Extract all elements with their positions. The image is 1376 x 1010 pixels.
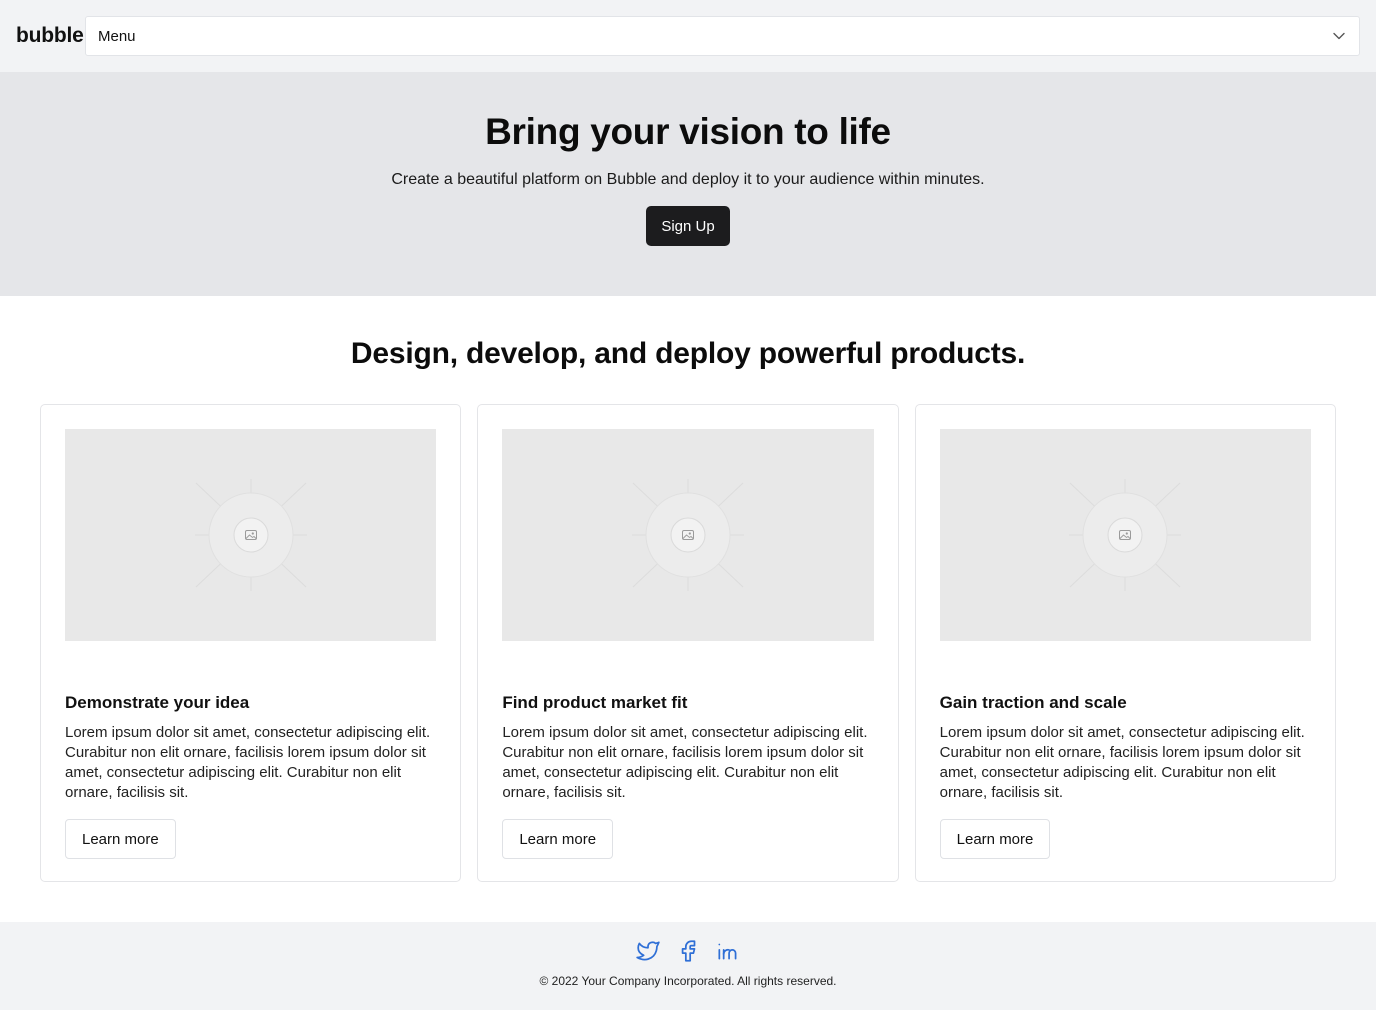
brand-logo[interactable]: bubble [16,24,84,48]
feature-card: Gain traction and scale Lorem ipsum dolo… [914,404,1336,882]
card-title: Demonstrate your idea [65,693,250,712]
card-description: Lorem ipsum dolor sit amet, consectetur … [939,724,1305,801]
sign-up-button[interactable]: Sign Up [646,206,730,246]
features-title: Design, develop, and deploy powerful pro… [350,337,1026,370]
social-links [635,938,741,964]
card-image-placeholder [65,429,437,641]
menu-dropdown-label: Menu [98,27,136,45]
facebook-icon[interactable] [675,938,701,964]
top-nav: bubble Menu [0,0,1376,72]
features-section: Design, develop, and deploy powerful pro… [0,296,1376,922]
linkedin-icon[interactable] [715,938,741,964]
card-image-placeholder [939,429,1311,641]
card-title: Gain traction and scale [939,693,1127,712]
card-description: Lorem ipsum dolor sit amet, consectetur … [502,724,868,801]
footer: © 2022 Your Company Incorporated. All ri… [0,922,1376,1010]
hero-subtitle: Create a beautiful platform on Bubble an… [391,171,985,188]
learn-more-button[interactable]: Learn more [502,819,614,859]
feature-card: Find product market fit Lorem ipsum dolo… [477,404,899,882]
twitter-icon[interactable] [635,938,661,964]
card-image-placeholder [502,429,874,641]
feature-cards: Demonstrate your idea Lorem ipsum dolor … [40,404,1336,882]
hero-title: Bring your vision to life [485,111,891,152]
card-description: Lorem ipsum dolor sit amet, consectetur … [65,724,431,801]
copyright-text: © 2022 Your Company Incorporated. All ri… [539,974,837,988]
learn-more-button[interactable]: Learn more [939,819,1051,859]
card-title: Find product market fit [502,693,688,712]
menu-dropdown[interactable]: Menu [85,16,1360,56]
chevron-down-icon [1333,32,1345,40]
learn-more-button[interactable]: Learn more [65,819,176,859]
hero-section: Bring your vision to life Create a beaut… [0,72,1376,296]
feature-card: Demonstrate your idea Lorem ipsum dolor … [40,404,462,882]
